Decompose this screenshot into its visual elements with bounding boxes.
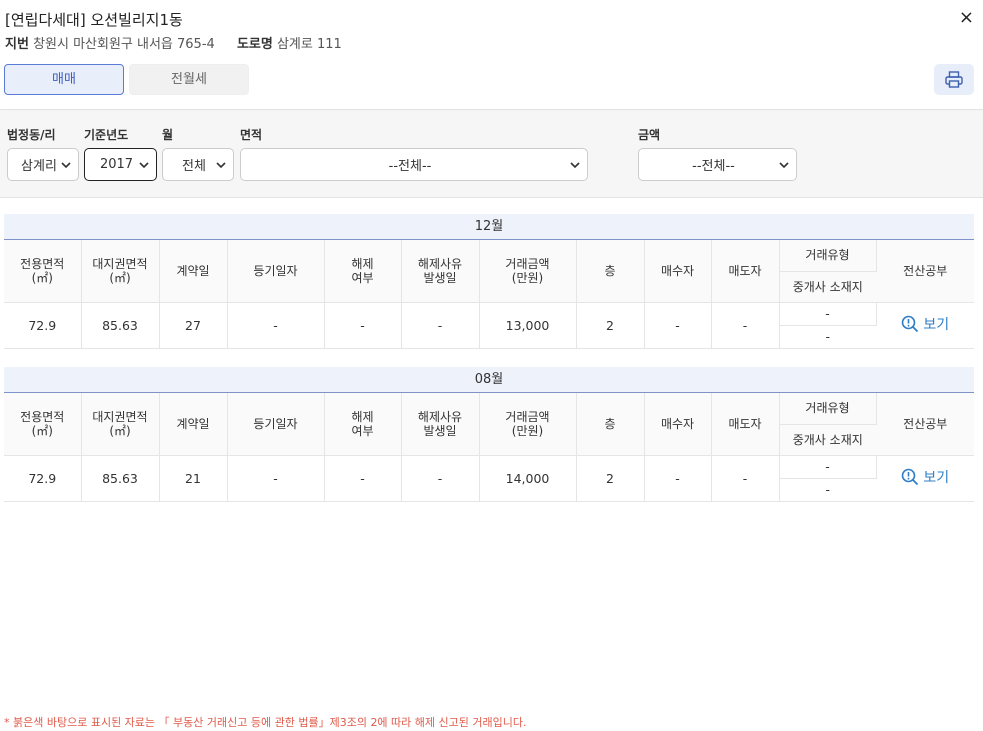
col-cancel-date: 해제사유 발생일	[401, 393, 480, 456]
dong-select[interactable]: 삼계리	[7, 148, 79, 181]
cell-seller: -	[711, 455, 780, 502]
cell-reg-date: -	[227, 302, 325, 349]
col-area: 전용면적 (㎡)	[4, 240, 82, 303]
col-contract-day: 계약일	[159, 240, 228, 303]
col-price: 거래금액 (만원)	[479, 240, 577, 303]
table-row: 72.9 85.63 21 - - - 14,000 2 - - - 보기	[4, 455, 974, 502]
col-seller: 매도자	[711, 240, 780, 303]
col-cancel-date: 해제사유 발생일	[401, 240, 480, 303]
cell-price: 14,000	[479, 455, 577, 502]
cell-deal-type: -	[779, 455, 877, 479]
col-floor: 층	[576, 393, 645, 456]
transaction-table: 전용면적 (㎡) 대지권면적 (㎡) 계약일 등기일자 해제 여부 해제사유 발생일 거…	[4, 393, 974, 502]
area-select-value: --전체--	[388, 159, 432, 174]
amount-label: 금액	[638, 128, 661, 142]
popup-header: [연립다세대] 오션빌리지1동 × 지번 창원시 마산회원구 내서읍 765-4…	[0, 0, 983, 110]
col-agent-location: 중개사 소재지	[779, 424, 876, 456]
cell-floor: 2	[576, 302, 645, 349]
amount-select-value: --전체--	[692, 159, 735, 174]
printer-icon	[945, 71, 963, 88]
col-reg-date: 등기일자	[227, 393, 325, 456]
cancellation-footnote: * 붉은색 바탕으로 표시된 자료는 「 부동산 거래신고 등에 관한 법률」제…	[4, 716, 527, 729]
cell-registry: 보기	[876, 302, 974, 349]
table-row: 72.9 85.63 27 - - - 13,000 2 - - - 보기	[4, 302, 974, 349]
cell-contract-day: 27	[159, 302, 228, 349]
transaction-table: 전용면적 (㎡) 대지권면적 (㎡) 계약일 등기일자 해제 여부 해제사유 발생일 거…	[4, 240, 974, 349]
road-value: 삼계로 111	[276, 37, 342, 52]
col-cancel: 해제 여부	[324, 240, 402, 303]
col-buyer: 매수자	[644, 240, 712, 303]
chevron-down-icon	[61, 162, 71, 169]
tab-sale[interactable]: 매매	[4, 64, 124, 95]
cell-agent-location: -	[779, 325, 876, 349]
cell-cancel-date: -	[401, 302, 480, 349]
col-land-area: 대지권면적 (㎡)	[81, 393, 160, 456]
cell-agent-location: -	[779, 478, 876, 502]
cell-registry: 보기	[876, 455, 974, 502]
close-icon[interactable]: ×	[959, 8, 974, 28]
cell-cancel-date: -	[401, 455, 480, 502]
month-select[interactable]: 전체	[162, 148, 234, 181]
area-label: 면적	[240, 128, 263, 142]
view-registry-button[interactable]: 보기	[901, 467, 949, 487]
magnify-alert-icon	[902, 315, 919, 333]
month-section: 12월 전용면적 (㎡) 대지권면적 (㎡) 계약일 등기일자 해제 여부 해제사유 발…	[4, 214, 974, 349]
filter-panel: 법정동/리 삼계리 기준년도 2017 월 전체 면적 --전체-- 금액 --…	[0, 111, 983, 198]
month-label: 월	[162, 128, 174, 142]
col-contract-day: 계약일	[159, 393, 228, 456]
cell-buyer: -	[644, 302, 712, 349]
cell-seller: -	[711, 302, 780, 349]
cell-cancel: -	[324, 455, 402, 502]
chevron-down-icon	[779, 162, 789, 169]
print-button[interactable]	[934, 64, 974, 95]
col-buyer: 매수자	[644, 393, 712, 456]
cell-buyer: -	[644, 455, 712, 502]
col-land-area: 대지권면적 (㎡)	[81, 240, 160, 303]
cell-area: 72.9	[4, 302, 82, 349]
col-seller: 매도자	[711, 393, 780, 456]
month-heading: 12월	[4, 214, 974, 240]
cell-land-area: 85.63	[81, 302, 160, 349]
page-title: [연립다세대] 오션빌리지1동	[5, 11, 183, 29]
cell-deal-type: -	[779, 302, 877, 326]
col-registry: 전산공부	[876, 240, 974, 303]
col-reg-date: 등기일자	[227, 240, 325, 303]
col-cancel: 해제 여부	[324, 393, 402, 456]
view-label: 보기	[923, 470, 950, 486]
col-registry: 전산공부	[876, 393, 974, 456]
cell-price: 13,000	[479, 302, 577, 349]
dong-label: 법정동/리	[7, 128, 56, 142]
col-floor: 층	[576, 240, 645, 303]
col-price: 거래금액 (만원)	[479, 393, 577, 456]
col-deal-type: 거래유형	[779, 393, 877, 425]
col-agent-location: 중개사 소재지	[779, 271, 876, 303]
jibun-label: 지번	[5, 37, 29, 52]
cell-reg-date: -	[227, 455, 325, 502]
view-registry-button[interactable]: 보기	[901, 314, 949, 334]
year-select[interactable]: 2017	[84, 148, 157, 181]
area-select[interactable]: --전체--	[240, 148, 588, 181]
chevron-down-icon	[139, 162, 149, 169]
cell-floor: 2	[576, 455, 645, 502]
address-line: 지번 창원시 마산회원구 내서읍 765-4 도로명 삼계로 111	[5, 33, 342, 52]
view-label: 보기	[923, 317, 950, 333]
cell-contract-day: 21	[159, 455, 228, 502]
amount-select[interactable]: --전체--	[638, 148, 797, 181]
cell-area: 72.9	[4, 455, 82, 502]
road-label: 도로명	[236, 37, 273, 52]
magnify-alert-icon	[902, 468, 919, 486]
col-area: 전용면적 (㎡)	[4, 393, 82, 456]
jibun-value: 창원시 마산회원구 내서읍 765-4	[33, 37, 215, 52]
chevron-down-icon	[216, 162, 226, 169]
month-section: 08월 전용면적 (㎡) 대지권면적 (㎡) 계약일 등기일자 해제 여부 해제사유 발…	[4, 367, 974, 502]
year-label: 기준년도	[84, 128, 129, 142]
col-deal-type: 거래유형	[779, 240, 877, 272]
tab-rent[interactable]: 전월세	[129, 64, 249, 95]
month-heading: 08월	[4, 367, 974, 393]
cell-land-area: 85.63	[81, 455, 160, 502]
chevron-down-icon	[570, 162, 580, 169]
cell-cancel: -	[324, 302, 402, 349]
